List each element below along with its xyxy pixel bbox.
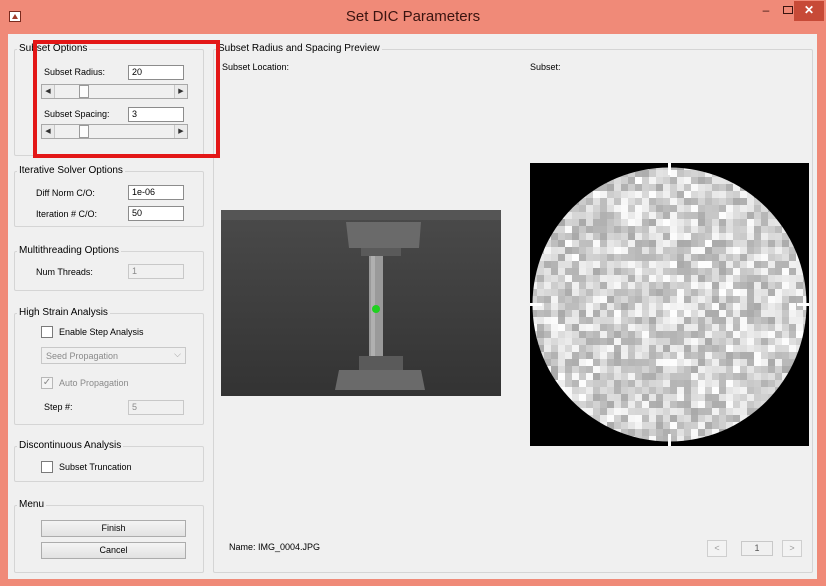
minimize-icon: – bbox=[762, 3, 770, 17]
window-title: Set DIC Parameters bbox=[345, 8, 481, 25]
maximize-icon bbox=[783, 6, 793, 14]
next-button[interactable]: > bbox=[782, 540, 802, 557]
high-strain-title: High Strain Analysis bbox=[17, 307, 110, 318]
multithreading-title: Multithreading Options bbox=[17, 245, 122, 256]
cancel-button[interactable]: Cancel bbox=[41, 542, 186, 559]
seed-propagation-value: Seed Propagation bbox=[46, 351, 119, 361]
enable-step-analysis-label: Enable Step Analysis bbox=[59, 327, 144, 337]
finish-button[interactable]: Finish bbox=[41, 520, 186, 537]
subset-preview-image bbox=[530, 163, 809, 446]
step-number-label: Step #: bbox=[44, 402, 73, 412]
menu-title: Menu bbox=[17, 499, 47, 510]
subset-location-marker bbox=[372, 305, 380, 313]
diff-norm-input[interactable]: 1e-06 bbox=[128, 185, 184, 200]
close-button[interactable]: ✕ bbox=[794, 1, 824, 21]
subset-location-label: Subset Location: bbox=[222, 62, 290, 72]
minimize-button[interactable]: – bbox=[756, 1, 776, 21]
seed-propagation-dropdown[interactable]: Seed Propagation ⌵ bbox=[41, 347, 186, 364]
specimen-image[interactable] bbox=[221, 210, 501, 396]
iteration-input[interactable]: 50 bbox=[128, 206, 184, 221]
previous-button[interactable]: < bbox=[707, 540, 727, 557]
close-icon: ✕ bbox=[803, 3, 815, 17]
iterative-solver-title: Iterative Solver Options bbox=[17, 165, 125, 176]
chevron-down-icon: ⌵ bbox=[174, 349, 181, 359]
num-threads-input[interactable]: 1 bbox=[128, 264, 184, 279]
image-name-label: Name: IMG_0004.JPG bbox=[229, 542, 321, 552]
checkbox-icon[interactable] bbox=[41, 461, 53, 473]
highlight-box bbox=[33, 40, 220, 158]
auto-propagation-checkbox[interactable]: ✓ Auto Propagation bbox=[41, 377, 129, 389]
title-bar: Set DIC Parameters – ✕ bbox=[0, 0, 826, 34]
auto-propagation-label: Auto Propagation bbox=[59, 378, 129, 388]
menu-panel: Menu bbox=[14, 499, 204, 573]
discontinuous-title: Discontinuous Analysis bbox=[17, 440, 124, 451]
preview-title: Subset Radius and Spacing Preview bbox=[216, 43, 382, 54]
checkmark-icon[interactable]: ✓ bbox=[41, 377, 53, 389]
subset-truncation-label: Subset Truncation bbox=[59, 462, 132, 472]
checkbox-icon[interactable] bbox=[41, 326, 53, 338]
iteration-label: Iteration # C/O: bbox=[36, 209, 98, 219]
enable-step-analysis-checkbox[interactable]: Enable Step Analysis bbox=[41, 326, 144, 338]
page-number-input[interactable]: 1 bbox=[741, 541, 773, 556]
subset-label: Subset: bbox=[530, 62, 561, 72]
dialog-body: Subset Options Subset Radius: 20 ◀ ▶ Sub… bbox=[8, 34, 817, 579]
num-threads-label: Num Threads: bbox=[36, 267, 93, 277]
diff-norm-label: Diff Norm C/O: bbox=[36, 188, 95, 198]
step-number-input[interactable]: 5 bbox=[128, 400, 184, 415]
subset-truncation-checkbox[interactable]: Subset Truncation bbox=[41, 461, 132, 473]
